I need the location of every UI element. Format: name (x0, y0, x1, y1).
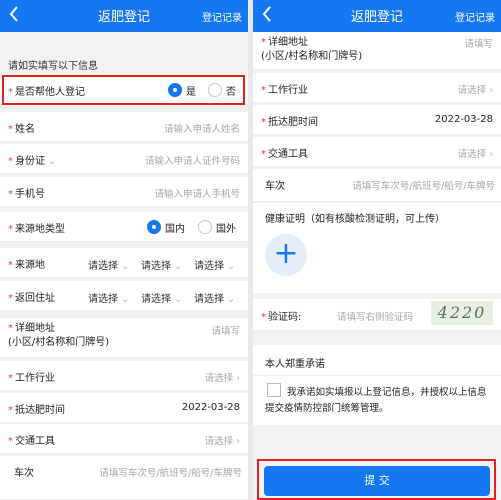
divider (253, 375, 501, 376)
captcha-image[interactable]: 4220 (431, 301, 493, 325)
highlight-box (2, 75, 245, 105)
captcha-input[interactable]: 请填写右侧验证码 (337, 309, 413, 323)
chevron-down-icon: ⌄ (48, 156, 57, 167)
industry-select[interactable]: 请选择 › (458, 82, 493, 96)
origin-type-label: 来源地类型 (15, 224, 65, 235)
train-input[interactable]: 请填写车次号/航班号/船号/车牌号 (99, 465, 242, 479)
industry-select[interactable]: 请选择 › (205, 370, 240, 384)
transport-select[interactable]: 请选择 › (458, 146, 493, 160)
origin-abroad-radio[interactable]: 国外 (198, 219, 236, 235)
origin-domestic-radio[interactable]: 国内 (147, 219, 185, 235)
record-link[interactable]: 登记记录 (455, 9, 495, 24)
transport-row[interactable]: * 交通工具 请选择 › (253, 137, 501, 167)
arrival-date-value[interactable]: 2022-03-28 (435, 114, 493, 125)
form-hint: 请如实填写以下信息 (8, 61, 98, 72)
address-sublabel: (小区/村名称和门牌号) (8, 337, 110, 348)
transport-label: 交通工具 (268, 149, 308, 160)
chevron-down-icon: ⌄ (174, 261, 183, 272)
health-cert-label: 健康证明（如有核酸检测证明，可上传） (265, 214, 445, 225)
chevron-right-icon: › (489, 149, 493, 160)
transport-select[interactable]: 请选择 › (205, 433, 240, 447)
residence-city-select[interactable]: 请选择 ⌄ (141, 290, 182, 305)
transport-label: 交通工具 (15, 436, 55, 447)
address-row[interactable]: * 详细地址 (小区/村名称和门牌号) 请填写 (0, 318, 248, 358)
captcha-label: 验证码: (268, 312, 302, 323)
top-bar: 返肥登记 登记记录 (253, 0, 501, 32)
chevron-down-icon: ⌄ (121, 261, 130, 272)
radio-checked-icon (147, 220, 161, 234)
chevron-down-icon: ⌄ (227, 294, 236, 305)
name-row[interactable]: * 姓名 请输入申请人姓名 (0, 112, 248, 142)
plus-icon[interactable]: + (265, 234, 307, 276)
submit-button[interactable]: 提 交 (264, 466, 490, 496)
id-number-input[interactable]: 请输入申请人证件号码 (145, 153, 240, 167)
industry-row[interactable]: * 工作行业 请选择 › (253, 73, 501, 103)
promise-text-line2: 提交疫情防控部门统筹管理。 (265, 403, 389, 414)
residence-province-select[interactable]: 请选择 ⌄ (88, 290, 129, 305)
promise-title: 本人郑重承诺 (265, 359, 325, 370)
origin-row: * 来源地 请选择 ⌄ 请选择 ⌄ 请选择 ⌄ (0, 248, 248, 278)
industry-label: 工作行业 (15, 373, 55, 384)
promise-section: 本人郑重承诺 我承诺如实填报以上登记信息，并授权以上信息 提交疫情防控部门统筹管… (253, 345, 501, 425)
industry-label: 工作行业 (268, 85, 308, 96)
origin-province-select[interactable]: 请选择 ⌄ (88, 257, 129, 272)
address-label: 详细地址 (15, 323, 55, 334)
id-row[interactable]: * 身份证 ⌄ 请输入申请人证件号码 (0, 144, 248, 174)
phone-label: 手机号 (15, 189, 45, 200)
phone-row[interactable]: * 手机号 请输入申请人手机号 (0, 177, 248, 207)
address-sublabel: (小区/村名称和门牌号) (261, 51, 363, 62)
address-row[interactable]: * 详细地址 (小区/村名称和门牌号) 请填写 (253, 32, 501, 70)
name-label: 姓名 (15, 124, 35, 135)
train-row[interactable]: 车次 请填写车次号/航班号/船号/车牌号 (253, 169, 501, 202)
radio-unchecked-icon (198, 220, 212, 234)
train-input[interactable]: 请填写车次号/航班号/船号/车牌号 (352, 178, 495, 192)
chevron-down-icon: ⌄ (227, 261, 236, 272)
address-input[interactable]: 请填写 (211, 323, 240, 337)
promise-text-line1: 我承诺如实填报以上登记信息，并授权以上信息 (287, 387, 487, 398)
address-label: 详细地址 (268, 37, 308, 48)
industry-row[interactable]: * 工作行业 请选择 › (0, 361, 248, 391)
arrival-label: 抵达肥时间 (15, 405, 65, 416)
arrival-row[interactable]: * 抵达肥时间 2022-03-28 (0, 393, 248, 423)
arrival-date-value[interactable]: 2022-03-28 (182, 402, 240, 413)
chevron-down-icon: ⌄ (121, 294, 130, 305)
origin-type-row: * 来源地类型 国内 国外 (0, 212, 248, 242)
train-label: 车次 (265, 181, 285, 192)
residence-district-select[interactable]: 请选择 ⌄ (194, 290, 235, 305)
record-link[interactable]: 登记记录 (202, 9, 242, 24)
arrival-label: 抵达肥时间 (268, 117, 318, 128)
id-type-select[interactable]: 身份证 (15, 156, 45, 167)
phone-input[interactable]: 请输入申请人手机号 (154, 186, 240, 200)
chevron-right-icon: › (489, 85, 493, 96)
train-label: 车次 (14, 468, 34, 479)
train-row[interactable]: 车次 请填写车次号/航班号/船号/车牌号 (0, 456, 248, 500)
left-screen: 返肥登记 登记记录 请如实填写以下信息 * 是否帮他人登记 是 否 * 姓名 请输入… (0, 0, 248, 500)
address-input[interactable]: 请填写 (464, 36, 493, 50)
transport-row[interactable]: * 交通工具 请选择 › (0, 424, 248, 454)
origin-label: 来源地 (15, 260, 45, 271)
return-residence-row: * 返回住址 请选择 ⌄ 请选择 ⌄ 请选择 ⌄ (0, 281, 248, 311)
right-screen: 返肥登记 登记记录 * 详细地址 (小区/村名称和门牌号) 请填写 * 工作行业 请选… (253, 0, 501, 500)
chevron-right-icon: › (236, 373, 240, 384)
return-residence-label: 返回住址 (15, 293, 55, 304)
origin-district-select[interactable]: 请选择 ⌄ (194, 257, 235, 272)
name-input[interactable]: 请输入申请人姓名 (164, 121, 240, 135)
top-bar: 返肥登记 登记记录 (0, 0, 248, 32)
chevron-right-icon: › (236, 436, 240, 447)
promise-checkbox[interactable] (267, 383, 281, 397)
arrival-row[interactable]: * 抵达肥时间 2022-03-28 (253, 105, 501, 135)
origin-city-select[interactable]: 请选择 ⌄ (141, 257, 182, 272)
chevron-down-icon: ⌄ (174, 294, 183, 305)
